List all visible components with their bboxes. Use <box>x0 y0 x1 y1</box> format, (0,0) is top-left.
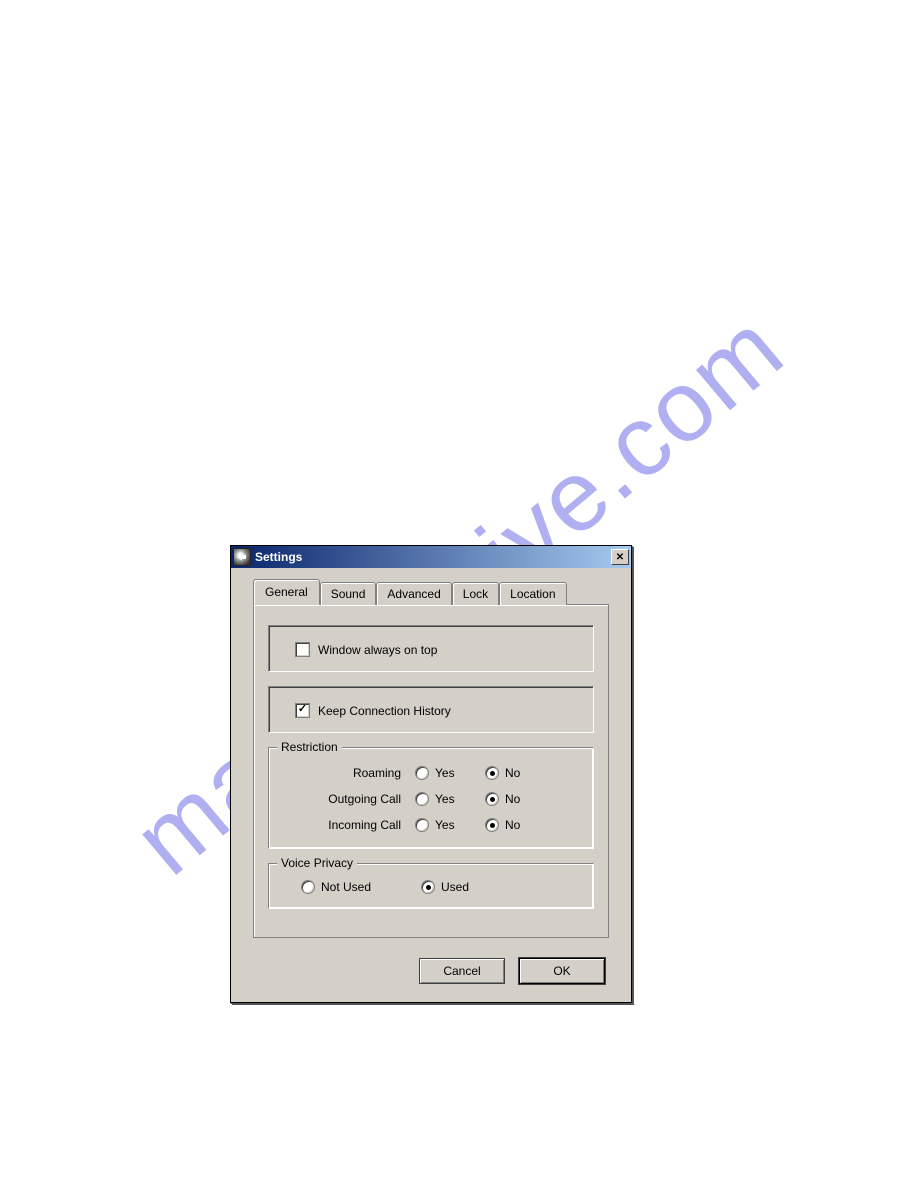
roaming-no-label: No <box>505 766 520 780</box>
incoming-yes-radio[interactable] <box>415 818 429 832</box>
vp-not-used-radio[interactable] <box>301 880 315 894</box>
roaming-no-radio[interactable] <box>485 766 499 780</box>
restriction-roaming-label: Roaming <box>281 766 415 780</box>
voice-privacy-row: Not Used Used <box>281 876 581 898</box>
restriction-legend: Restriction <box>277 740 342 754</box>
dialog-title: Settings <box>255 550 611 564</box>
vp-used-radio[interactable] <box>421 880 435 894</box>
roaming-yes-option[interactable]: Yes <box>415 766 485 780</box>
outgoing-yes-label: Yes <box>435 792 455 806</box>
incoming-yes-option[interactable]: Yes <box>415 818 485 832</box>
tab-sound[interactable]: Sound <box>320 582 377 605</box>
app-icon <box>233 548 251 566</box>
outgoing-yes-radio[interactable] <box>415 792 429 806</box>
vp-not-used-option[interactable]: Not Used <box>301 880 421 894</box>
tab-location[interactable]: Location <box>499 582 566 605</box>
titlebar[interactable]: Settings ✕ <box>231 546 631 568</box>
restriction-incoming-label: Incoming Call <box>281 818 415 832</box>
keep-history-row[interactable]: Keep Connection History <box>281 699 581 722</box>
voice-privacy-legend: Voice Privacy <box>277 856 357 870</box>
vp-not-used-label: Not Used <box>321 880 371 894</box>
dialog-body: General Sound Advanced Lock Location Win… <box>231 568 631 1002</box>
tab-panel-general: Window always on top Keep Connection His… <box>253 604 609 938</box>
window-on-top-checkbox[interactable] <box>295 642 310 657</box>
keep-history-group: Keep Connection History <box>268 686 594 733</box>
restriction-row-incoming: Incoming Call Yes No <box>281 812 581 838</box>
roaming-yes-label: Yes <box>435 766 455 780</box>
outgoing-yes-option[interactable]: Yes <box>415 792 485 806</box>
close-icon: ✕ <box>616 552 624 563</box>
incoming-no-radio[interactable] <box>485 818 499 832</box>
dialog-button-row: Cancel OK <box>253 958 609 984</box>
outgoing-no-option[interactable]: No <box>485 792 555 806</box>
window-on-top-label: Window always on top <box>318 643 437 657</box>
outgoing-no-radio[interactable] <box>485 792 499 806</box>
restriction-outgoing-label: Outgoing Call <box>281 792 415 806</box>
window-on-top-group: Window always on top <box>268 625 594 672</box>
ok-button[interactable]: OK <box>519 958 605 984</box>
voice-privacy-group: Voice Privacy Not Used Used <box>268 863 594 909</box>
restriction-group: Restriction Roaming Yes No Outgoing Call <box>268 747 594 849</box>
roaming-yes-radio[interactable] <box>415 766 429 780</box>
outgoing-no-label: No <box>505 792 520 806</box>
restriction-row-roaming: Roaming Yes No <box>281 760 581 786</box>
tab-general[interactable]: General <box>253 579 320 605</box>
close-button[interactable]: ✕ <box>611 549 629 565</box>
tab-row: General Sound Advanced Lock Location <box>253 578 609 604</box>
vp-used-label: Used <box>441 880 469 894</box>
tab-advanced[interactable]: Advanced <box>376 582 451 605</box>
cancel-button[interactable]: Cancel <box>419 958 505 984</box>
window-on-top-row[interactable]: Window always on top <box>281 638 581 661</box>
vp-used-option[interactable]: Used <box>421 880 541 894</box>
tab-lock[interactable]: Lock <box>452 582 499 605</box>
keep-history-checkbox[interactable] <box>295 703 310 718</box>
incoming-no-label: No <box>505 818 520 832</box>
roaming-no-option[interactable]: No <box>485 766 555 780</box>
incoming-no-option[interactable]: No <box>485 818 555 832</box>
settings-dialog: Settings ✕ General Sound Advanced Lock L… <box>230 545 632 1003</box>
incoming-yes-label: Yes <box>435 818 455 832</box>
restriction-row-outgoing: Outgoing Call Yes No <box>281 786 581 812</box>
keep-history-label: Keep Connection History <box>318 704 451 718</box>
